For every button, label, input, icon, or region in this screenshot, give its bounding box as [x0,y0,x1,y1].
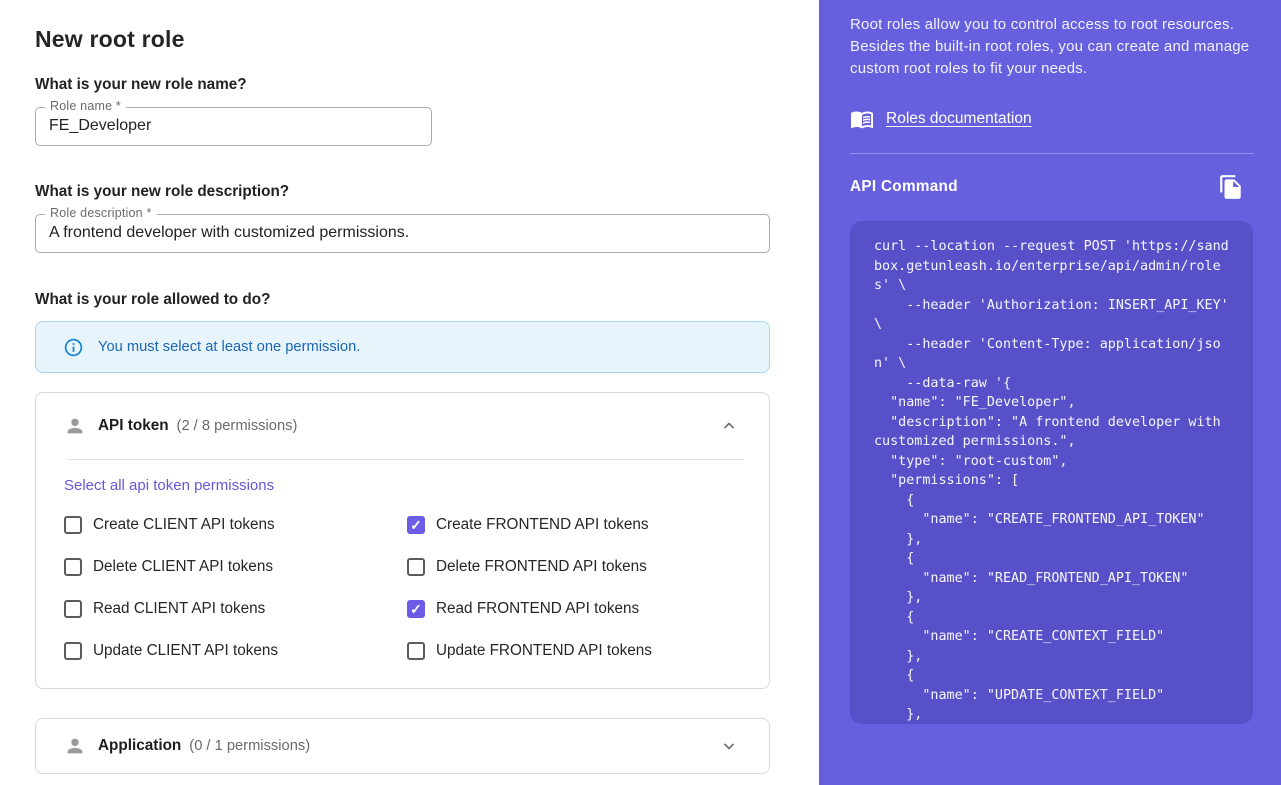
info-icon [63,337,84,358]
role-form: New root role What is your new role name… [0,0,819,785]
permission-row[interactable]: Delete CLIENT API tokens [64,557,407,577]
accordion-api-token-header[interactable]: API token (2 / 8 permissions) [36,393,769,459]
checkbox-icon[interactable] [64,600,82,618]
permission-label: Delete CLIENT API tokens [93,558,273,576]
copy-icon [1218,174,1244,200]
permission-row[interactable]: Read CLIENT API tokens [64,599,407,619]
chevron-down-icon[interactable] [719,736,739,756]
permission-row[interactable]: ✓ Read FRONTEND API tokens [407,599,737,619]
role-description-input-value[interactable]: A frontend developer with customized per… [36,215,769,251]
permission-label: Read FRONTEND API tokens [436,600,639,618]
permission-row[interactable]: Update CLIENT API tokens [64,641,407,661]
accordion-application-header[interactable]: Application (0 / 1 permissions) [36,719,769,773]
accordion-permission-count: (0 / 1 permissions) [189,738,310,754]
role-name-input-value[interactable]: FE_Developer [36,108,431,144]
checkbox-icon[interactable] [64,642,82,660]
permission-label: Read CLIENT API tokens [93,600,265,618]
accordion-api-token: API token (2 / 8 permissions) Select all… [35,392,770,689]
accordion-application: Application (0 / 1 permissions) [35,718,770,774]
book-icon [850,107,874,131]
checkbox-icon[interactable]: ✓ [407,516,425,534]
copy-button[interactable] [1218,174,1244,200]
checkbox-icon[interactable]: ✓ [407,600,425,618]
role-permissions-question: What is your role allowed to do? [35,291,819,309]
api-command-code[interactable]: curl --location --request POST 'https://… [850,221,1253,724]
accordion-title: Application [98,737,181,755]
permission-required-alert: You must select at least one permission. [35,321,770,373]
page-title: New root role [35,26,819,53]
role-name-question: What is your new role name? [35,76,819,94]
checkbox-icon[interactable] [407,558,425,576]
permission-label: Delete FRONTEND API tokens [436,558,647,576]
permission-row[interactable]: ✓ Create FRONTEND API tokens [407,515,737,535]
role-description-input-label: Role description * [45,206,157,220]
accordion-api-token-body: Select all api token permissions Create … [36,460,769,688]
permission-row[interactable]: Update FRONTEND API tokens [407,641,737,661]
role-description-question: What is your new role description? [35,183,819,201]
role-name-input-label: Role name * [45,99,126,113]
accordion-title: API token [98,417,169,435]
roles-documentation-link[interactable]: Roles documentation [850,107,1254,131]
accordion-permission-count: (2 / 8 permissions) [177,418,298,434]
divider [850,153,1254,154]
select-all-link[interactable]: Select all api token permissions [64,477,274,494]
new-root-role-page: New root role What is your new role name… [0,0,1281,785]
person-icon [64,415,86,437]
permission-label: Create CLIENT API tokens [93,516,275,534]
alert-message: You must select at least one permission. [98,339,360,355]
permission-label: Create FRONTEND API tokens [436,516,649,534]
permission-label: Update FRONTEND API tokens [436,642,652,660]
roles-documentation-label: Roles documentation [886,110,1032,128]
role-name-input[interactable]: Role name * FE_Developer [35,107,432,146]
permission-row[interactable]: Create CLIENT API tokens [64,515,407,535]
permission-label: Update CLIENT API tokens [93,642,278,660]
sidebar-description: Root roles allow you to control access t… [850,14,1254,80]
help-sidebar: Root roles allow you to control access t… [819,0,1281,785]
permission-row[interactable]: Delete FRONTEND API tokens [407,557,737,577]
checkbox-icon[interactable] [64,558,82,576]
chevron-up-icon[interactable] [719,416,739,436]
person-icon [64,735,86,757]
role-description-input[interactable]: Role description * A frontend developer … [35,214,770,253]
permission-grid: Create CLIENT API tokens Delete CLIENT A… [64,515,737,661]
checkbox-icon[interactable] [407,642,425,660]
api-command-title: API Command [850,178,958,196]
checkbox-icon[interactable] [64,516,82,534]
